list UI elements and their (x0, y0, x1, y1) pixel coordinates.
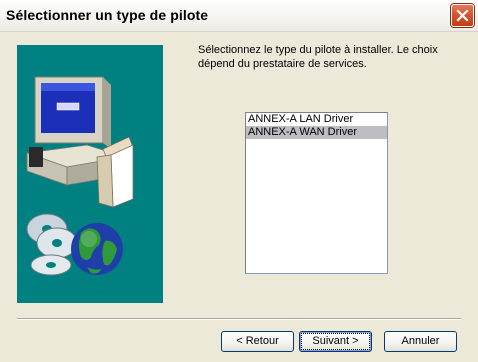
back-button-label: < Retour (236, 335, 279, 347)
instruction-text: Sélectionnez le type du pilote à install… (198, 44, 438, 70)
cancel-button-label: Annuler (401, 335, 440, 347)
list-item[interactable]: ANNEX-A LAN Driver (246, 113, 387, 126)
close-icon (456, 9, 469, 22)
close-button[interactable] (451, 4, 474, 27)
driver-type-dialog: Sélectionner un type de pilote Sélection… (0, 0, 478, 362)
next-button-label: Suivant > (301, 333, 370, 350)
window-title: Sélectionner un type de pilote (6, 7, 209, 23)
title-bar[interactable]: Sélectionner un type de pilote (0, 0, 478, 32)
back-button[interactable]: < Retour (221, 331, 294, 352)
wizard-banner-illustration (17, 45, 163, 303)
list-item-selected[interactable]: ANNEX-A WAN Driver (246, 126, 387, 139)
next-button[interactable]: Suivant > (299, 331, 372, 352)
divider (17, 318, 461, 320)
computer-cd-globe-illustration (26, 76, 134, 276)
driver-type-listbox[interactable]: ANNEX-A LAN Driver ANNEX-A WAN Driver (245, 112, 388, 274)
cancel-button[interactable]: Annuler (384, 331, 457, 352)
